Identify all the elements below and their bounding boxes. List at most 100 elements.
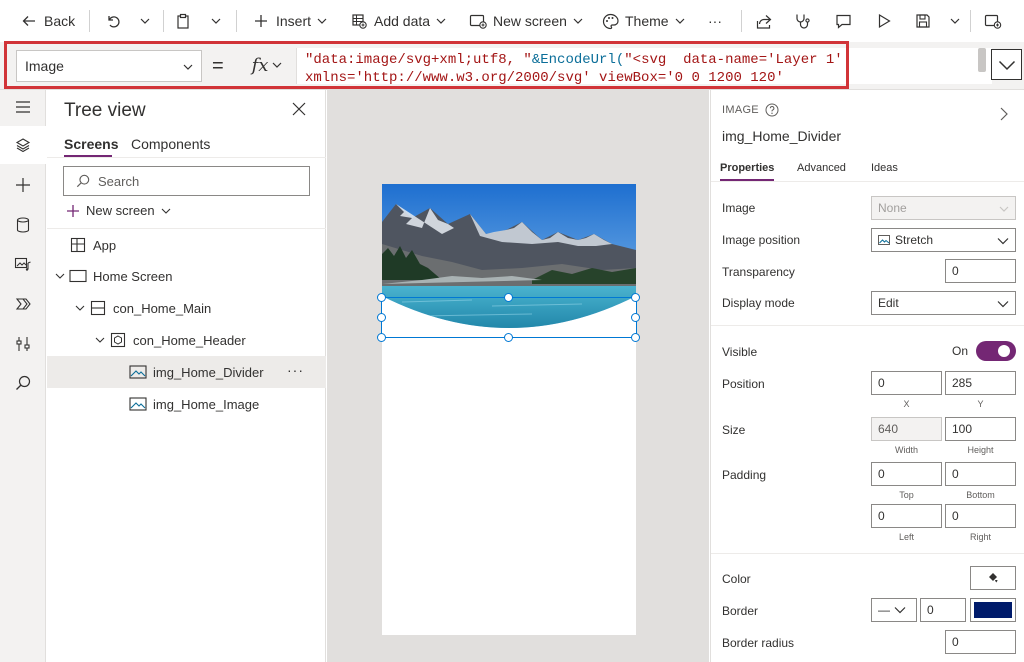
border-radius-input[interactable]: 0 — [945, 630, 1016, 654]
tree-search-input[interactable]: Search — [63, 166, 310, 196]
tab-ideas[interactable]: Ideas — [871, 162, 898, 174]
media-rail-button[interactable] — [0, 245, 46, 283]
comments-button[interactable] — [834, 0, 852, 42]
formula-string: "data:image/svg+xml;utf8, " — [305, 52, 532, 68]
property-dropdown[interactable]: Image — [16, 50, 202, 82]
insert-rail-button[interactable] — [0, 166, 46, 204]
search-rail-button[interactable] — [0, 364, 46, 402]
border-style-dropdown[interactable]: — — [871, 598, 917, 622]
resize-handle[interactable] — [504, 333, 513, 342]
height-input[interactable]: 100 — [945, 417, 1016, 441]
add-data-button[interactable]: Add data — [350, 0, 446, 42]
resize-handle[interactable] — [377, 293, 386, 302]
control-name[interactable]: img_Home_Divider — [722, 128, 841, 144]
resize-handle[interactable] — [377, 333, 386, 342]
resize-handle[interactable] — [631, 293, 640, 302]
tree-node-con-home-main[interactable]: con_Home_Main — [47, 292, 326, 324]
tab-advanced[interactable]: Advanced — [797, 162, 846, 174]
paste-dropdown[interactable] — [211, 0, 221, 42]
tree-node-img-home-divider[interactable]: img_Home_Divider ··· — [47, 356, 326, 388]
collapse-panel-button[interactable] — [999, 106, 1009, 122]
visible-toggle[interactable] — [976, 341, 1016, 361]
expand-formula-button[interactable] — [991, 49, 1022, 80]
close-tree-button[interactable] — [292, 102, 306, 116]
tree-node-img-home-image[interactable]: img_Home_Image — [47, 388, 326, 420]
tab-properties[interactable]: Properties — [720, 162, 774, 174]
padding-top-value: 0 — [878, 467, 885, 481]
chevron-down-icon[interactable] — [93, 335, 107, 345]
new-screen-button[interactable]: New screen — [469, 0, 583, 42]
display-mode-dropdown[interactable]: Edit — [871, 291, 1016, 315]
more-options-button[interactable]: ··· — [287, 362, 304, 378]
power-automate-rail-button[interactable] — [0, 285, 46, 323]
size-label: Size — [722, 423, 746, 437]
color-picker-button[interactable] — [970, 566, 1016, 590]
padding-left-input[interactable]: 0 — [871, 504, 942, 528]
undo-button[interactable] — [104, 0, 122, 42]
back-button[interactable]: Back — [20, 0, 75, 42]
image-value: None — [878, 201, 907, 215]
resize-handle[interactable] — [504, 293, 513, 302]
formula-input[interactable]: "data:image/svg+xml;utf8, "&EncodeUrl("<… — [296, 48, 992, 84]
container-icon — [89, 299, 107, 317]
border-width-value: 0 — [927, 603, 934, 617]
tree-node-con-home-header[interactable]: con_Home_Header — [47, 324, 326, 356]
image-icon — [129, 363, 147, 381]
y-caption: Y — [977, 399, 984, 409]
position-x-value: 0 — [878, 376, 885, 390]
insert-button[interactable]: Insert — [252, 0, 327, 42]
resize-handle[interactable] — [377, 313, 386, 322]
transparency-label: Transparency — [722, 265, 795, 279]
control-type: IMAGE — [722, 103, 779, 117]
width-caption: Width — [894, 445, 918, 455]
formula-scrollbar[interactable] — [978, 48, 986, 72]
save-button[interactable] — [914, 0, 932, 42]
transparency-input[interactable]: 0 — [945, 259, 1016, 283]
border-style-value: — — [878, 603, 890, 617]
img-home-image[interactable] — [382, 184, 636, 336]
help-icon[interactable] — [765, 103, 779, 117]
tools-icon — [16, 337, 30, 351]
tree-node-app[interactable]: App — [47, 229, 326, 261]
border-width-input[interactable]: 0 — [920, 598, 966, 622]
position-x-input[interactable]: 0 — [871, 371, 942, 395]
tab-screens[interactable]: Screens — [64, 136, 118, 152]
image-position-dropdown[interactable]: Stretch — [871, 228, 1016, 252]
chevron-down-icon — [573, 18, 583, 24]
data-rail-button[interactable] — [0, 206, 46, 244]
fx-button[interactable]: fx — [238, 48, 296, 82]
position-label: Position — [722, 377, 765, 391]
chevron-down-icon — [140, 18, 150, 24]
tools-rail-button[interactable] — [0, 325, 46, 363]
border-color-picker[interactable] — [970, 598, 1016, 622]
hamburger-button[interactable] — [0, 88, 46, 126]
more-commands-button[interactable]: ··· — [708, 0, 722, 42]
chevron-down-icon[interactable] — [73, 303, 87, 313]
padding-right-value: 0 — [952, 509, 959, 523]
tree-node-home-screen[interactable]: Home Screen — [47, 260, 326, 292]
tab-components[interactable]: Components — [131, 136, 210, 152]
chevron-down-icon[interactable] — [53, 271, 67, 281]
arrow-left-icon — [20, 12, 38, 30]
paste-button[interactable] — [174, 0, 192, 42]
position-y-input[interactable]: 285 — [945, 371, 1016, 395]
padding-top-input[interactable]: 0 — [871, 462, 942, 486]
preview-button[interactable] — [875, 0, 893, 42]
resize-handle[interactable] — [631, 333, 640, 342]
app-checker-button[interactable] — [793, 0, 811, 42]
separator — [236, 10, 237, 32]
separator — [741, 10, 742, 32]
save-dropdown[interactable] — [950, 0, 960, 42]
chevron-right-icon — [1000, 107, 1008, 121]
resize-handle[interactable] — [631, 313, 640, 322]
undo-dropdown[interactable] — [140, 0, 150, 42]
fx-icon: fx — [251, 54, 269, 76]
share-button[interactable] — [755, 0, 773, 42]
tree-view-button[interactable] — [0, 126, 46, 164]
publish-button[interactable] — [984, 0, 1002, 42]
share-icon — [755, 12, 773, 30]
padding-bottom-input[interactable]: 0 — [945, 462, 1016, 486]
theme-button[interactable]: Theme — [601, 0, 685, 42]
padding-right-input[interactable]: 0 — [945, 504, 1016, 528]
new-screen-tree-button[interactable]: New screen — [66, 203, 171, 218]
